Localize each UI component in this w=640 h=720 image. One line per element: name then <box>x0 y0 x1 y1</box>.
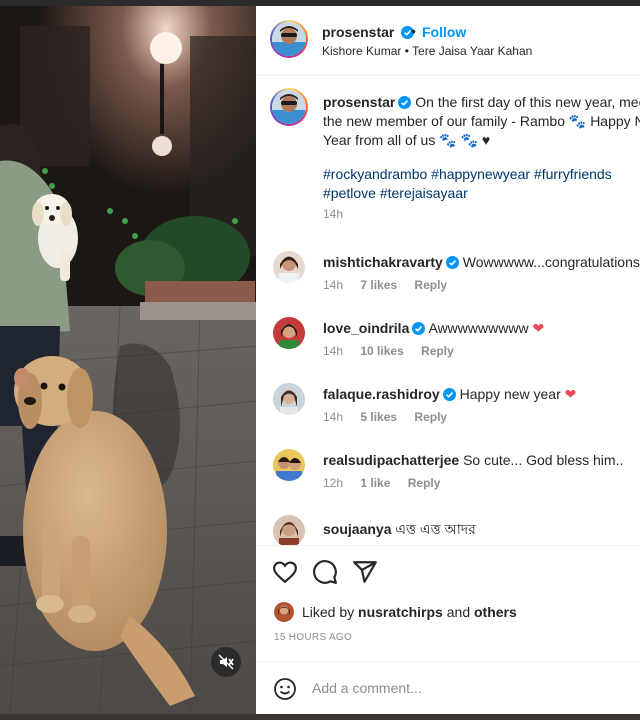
caption-author-avatar[interactable] <box>270 88 308 126</box>
comment-username[interactable]: soujaanya <box>323 521 391 537</box>
comment-item: falaque.rashidroy Happy new year ❤ 14h 5… <box>256 383 640 443</box>
caption-hashtags[interactable]: #rockyandrambo #happynewyear #furryfrien… <box>323 165 640 203</box>
comment-body: love_oindrila Awwwwwwwww ❤ <box>323 320 640 337</box>
comment-input[interactable] <box>312 676 632 700</box>
comment-text: So cute... God bless him.. <box>463 452 624 468</box>
liked-by-prefix: Liked by <box>302 604 355 620</box>
comment-time: 14h <box>323 344 344 358</box>
reply-button[interactable]: Reply <box>414 278 447 292</box>
comment-meta: 14h 5 likes Reply <box>323 410 461 424</box>
post-timestamp[interactable]: 15 HOURS AGO <box>274 632 352 643</box>
commenter-avatar[interactable] <box>273 251 305 283</box>
comment-username[interactable]: love_oindrila <box>323 320 409 336</box>
reply-button[interactable]: Reply <box>408 476 441 490</box>
caption-timestamp: 14h <box>323 207 344 221</box>
comment-text: Wowwwww...congratulations ❤ <box>462 254 640 270</box>
comment-body: falaque.rashidroy Happy new year ❤ <box>323 386 640 403</box>
reply-button[interactable]: Reply <box>421 344 454 358</box>
caption-author-photo <box>272 90 306 124</box>
liked-by-text: Liked by nusratchirps and others <box>302 604 517 620</box>
header-separator: • <box>411 23 416 39</box>
post-media[interactable] <box>0 6 256 714</box>
commenter-avatar[interactable] <box>273 383 305 415</box>
paper-plane-icon[interactable] <box>352 559 378 585</box>
verified-badge-icon <box>398 96 412 109</box>
comment-likes[interactable]: 1 like <box>360 476 390 490</box>
author-avatar[interactable] <box>270 20 308 58</box>
bottom-backdrop <box>0 714 640 720</box>
comment-text: Awwwwwwwww ❤ <box>428 320 545 336</box>
comment-body: soujaanya এত্ত এত্ত আদর <box>323 518 640 542</box>
comment-text: Happy new year ❤ <box>459 386 577 402</box>
commenter-photo <box>273 515 305 545</box>
commenter-photo <box>273 449 305 481</box>
verified-badge-icon <box>442 388 456 401</box>
verified-badge-icon <box>445 256 459 269</box>
comment-likes[interactable]: 7 likes <box>360 278 397 292</box>
author-photo <box>272 22 306 56</box>
liked-by-user[interactable]: nusratchirps <box>358 604 443 620</box>
comment-time: 14h <box>323 278 344 292</box>
comments-list[interactable]: prosenstar On the first day of this new … <box>256 77 640 545</box>
comment-item: soujaanya এত্ত এত্ত আদর <box>256 515 640 545</box>
post-header: prosenstar • Follow Kishore Kumar • Tere… <box>256 6 640 76</box>
reply-button[interactable]: Reply <box>414 410 447 424</box>
liker-avatar[interactable] <box>274 602 294 622</box>
commenter-avatar[interactable] <box>273 515 305 545</box>
post-side-panel: prosenstar • Follow Kishore Kumar • Tere… <box>256 6 640 714</box>
follow-button[interactable]: Follow <box>422 24 466 40</box>
comment-username[interactable]: realsudipachatterjee <box>323 452 459 468</box>
post-actions: Liked by nusratchirps and others 15 HOUR… <box>256 545 640 661</box>
comment-likes[interactable]: 5 likes <box>360 410 397 424</box>
comment-meta: 14h 7 likes Reply <box>323 278 461 292</box>
mute-button[interactable] <box>211 647 241 677</box>
post-photo <box>0 6 256 714</box>
comment-username[interactable]: falaque.rashidroy <box>323 386 440 402</box>
caption-username[interactable]: prosenstar <box>323 94 395 110</box>
comment-item: mishtichakravarty Wowwwww...congratulati… <box>256 251 640 311</box>
comment-meta: 14h 10 likes Reply <box>323 344 468 358</box>
commenter-photo <box>273 317 305 349</box>
comment-time: 14h <box>323 410 344 424</box>
liked-by-and: and <box>446 604 471 620</box>
comment-composer <box>256 661 640 714</box>
comment-body: realsudipachatterjee So cute... God bles… <box>323 452 640 468</box>
comment-item: love_oindrila Awwwwwwwww ❤ 14h 10 likes … <box>256 317 640 377</box>
caption: prosenstar On the first day of this new … <box>323 93 640 150</box>
audio-track-link[interactable]: Kishore Kumar • Tere Jaisa Yaar Kahan <box>322 44 532 58</box>
author-username-text[interactable]: prosenstar <box>322 24 394 40</box>
commenter-avatar[interactable] <box>273 449 305 481</box>
comment-meta: 12h 1 like Reply <box>323 476 454 490</box>
liked-by-others[interactable]: others <box>474 604 517 620</box>
liker-photo <box>274 602 294 622</box>
heart-outline-icon[interactable] <box>272 559 298 585</box>
commenter-photo <box>273 251 305 283</box>
comment-time: 12h <box>323 476 344 490</box>
commenter-photo <box>273 383 305 415</box>
comment-username[interactable]: mishtichakravarty <box>323 254 443 270</box>
commenter-avatar[interactable] <box>273 317 305 349</box>
speech-bubble-icon[interactable] <box>312 559 338 585</box>
verified-badge-icon <box>412 322 426 335</box>
comment-text: এত্ত এত্ত আদর <box>395 521 476 537</box>
comment-likes[interactable]: 10 likes <box>360 344 403 358</box>
speaker-muted-icon <box>218 654 234 670</box>
comment-body: mishtichakravarty Wowwwww...congratulati… <box>323 254 640 271</box>
comment-item: realsudipachatterjee So cute... God bles… <box>256 449 640 509</box>
smiley-icon[interactable] <box>273 677 297 701</box>
author-username[interactable]: prosenstar <box>322 24 415 40</box>
